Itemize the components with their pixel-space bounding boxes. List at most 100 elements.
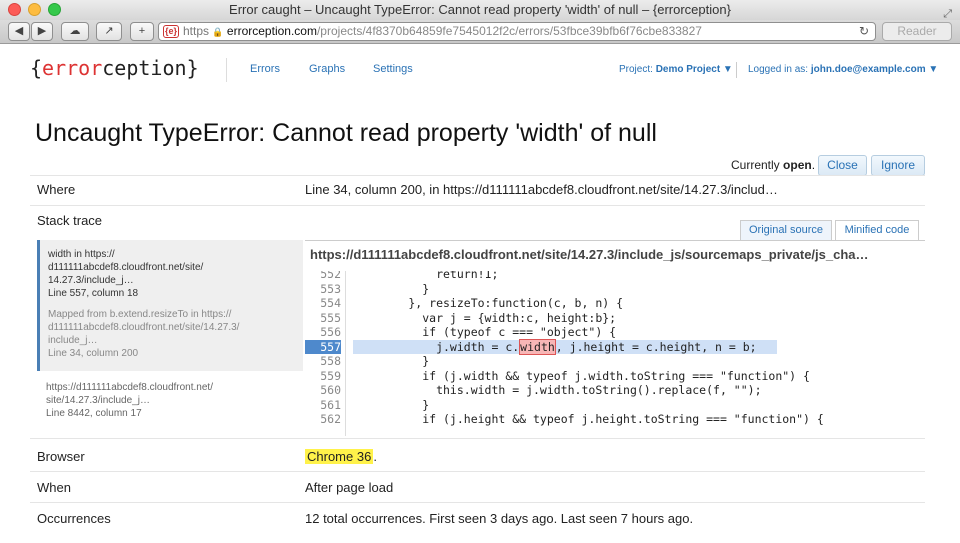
url-host: errorception.com	[226, 24, 317, 38]
code-text: if (typeof c === "object") {	[353, 325, 617, 339]
line-number: 561	[320, 397, 341, 412]
line-number: 553	[320, 281, 341, 296]
tab-minified-code[interactable]: Minified code	[835, 220, 919, 240]
header-right-divider	[736, 62, 737, 78]
frame-url: d111111abcdef8.cloudfront.net/site/	[48, 262, 204, 273]
plus-icon: +	[138, 25, 146, 37]
share-button[interactable]: ↗	[96, 22, 122, 41]
code-line: 560 this.width = j.width.toString().repl…	[305, 383, 925, 398]
zoom-window-button[interactable]	[48, 3, 61, 16]
tab-original-source[interactable]: Original source	[740, 220, 832, 240]
browser-label: Browser	[37, 449, 85, 464]
line-number: 557	[305, 339, 341, 354]
window-title: Error caught – Uncaught TypeError: Canno…	[229, 2, 731, 17]
divider	[30, 471, 925, 472]
new-tab-button[interactable]: +	[130, 22, 154, 41]
when-label: When	[37, 480, 71, 495]
divider	[30, 438, 925, 439]
code-text: if (j.height && typeof j.height.toString…	[353, 412, 824, 426]
code-line: 562 if (j.height && typeof j.height.toSt…	[305, 412, 925, 427]
errorception-logo[interactable]: {errorception}	[30, 56, 199, 80]
site-favicon: {e}	[163, 25, 179, 39]
icloud-tabs-button[interactable]: ☁	[61, 22, 89, 41]
minimize-window-button[interactable]	[28, 3, 41, 16]
forward-button[interactable]: ▶	[31, 22, 53, 41]
window-titlebar: Error caught – Uncaught TypeError: Canno…	[0, 0, 960, 20]
when-value: After page load	[305, 480, 394, 495]
stack-frame-selected[interactable]: width in https:// d111111abcdef8.cloudfr…	[37, 240, 303, 371]
occurrences-label: Occurrences	[37, 511, 111, 526]
browser-suffix: .	[373, 449, 377, 464]
lock-icon: 🔒	[212, 27, 224, 37]
line-number: 558	[320, 354, 341, 368]
code-line: 558 }	[305, 354, 925, 369]
source-code-view: 552 return!1; 553 } 554 }, resizeTo:func…	[305, 271, 925, 436]
code-line-highlighted: 557 j.width = c.width, j.height = c.heig…	[305, 338, 925, 355]
logo-error-text: error	[42, 56, 103, 80]
page-title: Uncaught TypeError: Cannot read property…	[35, 119, 657, 147]
logo-brace-close: }	[186, 56, 199, 80]
user-email: john.doe@example.com ▼	[810, 64, 939, 75]
browser-badge: Chrome 36	[305, 449, 374, 464]
code-text: j.width = c.width, j.height = c.height, …	[353, 338, 777, 355]
ignore-error-button[interactable]: Ignore	[871, 155, 925, 176]
mapped-url: d111111abcdef8.cloudfront.net/site/14.27…	[48, 322, 240, 333]
frame-function: width in https://	[48, 249, 115, 260]
nav-errors[interactable]: Errors	[250, 63, 280, 75]
status-prefix: Currently	[731, 158, 780, 172]
logo-brace-open: {	[30, 56, 43, 80]
frame-url-cont: site/14.27.3/include_j…	[46, 395, 150, 406]
line-number: 559	[320, 368, 341, 383]
line-number: 554	[320, 296, 341, 310]
code-text: var j = {width:c, height:b};	[353, 310, 617, 325]
address-bar[interactable]: {e} https 🔒 errorception.com/projects/4f8…	[158, 22, 876, 41]
line-number: 556	[320, 325, 341, 339]
code-panel-top-border	[305, 240, 925, 241]
reader-button[interactable]: Reader	[882, 22, 952, 41]
mapped-url-cont: include_j…	[48, 335, 98, 346]
source-file-path: https://d111111abcdef8.cloudfront.net/si…	[310, 247, 869, 262]
url-path: /projects/4f8370b64859fe7545012f2c/error…	[316, 24, 702, 38]
code-text: }	[353, 281, 430, 296]
code-text: return!1;	[353, 271, 499, 281]
status-value: open	[783, 158, 812, 172]
code-text-pre: j.width = c.	[353, 339, 520, 354]
error-token: width	[519, 338, 556, 355]
error-status: Currently open.	[731, 158, 816, 172]
project-label: Project:	[619, 64, 653, 75]
nav-graphs[interactable]: Graphs	[309, 63, 345, 75]
close-window-button[interactable]	[8, 3, 21, 16]
code-text: this.width = j.width.toString().replace(…	[353, 383, 762, 397]
frame-url-cont: 14.27.3/include_j…	[48, 275, 134, 286]
mapped-position: Line 34, column 200	[48, 348, 139, 359]
line-number: 552	[320, 271, 341, 281]
reload-icon[interactable]: ↻	[859, 23, 869, 40]
user-menu[interactable]: Logged in as: john.doe@example.com ▼	[748, 64, 938, 75]
code-line: 555 var j = {width:c, height:b};	[305, 311, 925, 326]
back-button[interactable]: ◀	[8, 22, 30, 41]
line-number: 562	[320, 412, 341, 426]
project-selector[interactable]: Project: Demo Project ▼	[619, 64, 733, 75]
code-line: 554 }, resizeTo:function(c, b, n) {	[305, 296, 925, 311]
nav-settings[interactable]: Settings	[373, 63, 413, 75]
code-line: 561 }	[305, 398, 925, 413]
cloud-icon: ☁	[69, 25, 81, 37]
frame-url: https://d111111abcdef8.cloudfront.net/	[46, 382, 213, 393]
browser-toolbar: ◀ ▶ ☁ ↗ + {e} https 🔒 errorception.com/pr…	[0, 20, 960, 44]
stack-frame[interactable]: https://d111111abcdef8.cloudfront.net/ s…	[37, 381, 303, 420]
browser-value: Chrome 36.	[305, 449, 377, 464]
https-label: https	[183, 24, 210, 38]
logo-ception-text: ception	[102, 56, 187, 80]
code-text-post: , j.height = c.height, n = b;	[555, 339, 757, 354]
project-name: Demo Project ▼	[655, 64, 733, 75]
line-number: 560	[320, 383, 341, 397]
close-error-button[interactable]: Close	[818, 155, 867, 176]
divider	[30, 502, 925, 503]
code-line: 552 return!1;	[305, 271, 925, 282]
code-text: }, resizeTo:function(c, b, n) {	[353, 296, 624, 310]
code-text: if (j.width && typeof j.width.toString =…	[353, 368, 810, 383]
frame-position: Line 557, column 18	[48, 288, 139, 299]
line-number: 555	[320, 310, 341, 325]
code-text: }	[353, 354, 430, 368]
